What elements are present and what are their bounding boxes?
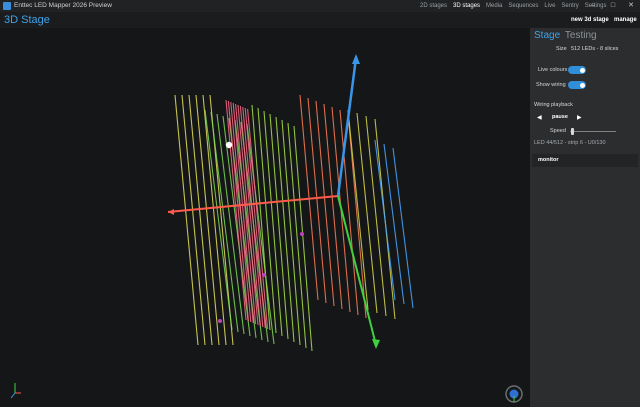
title-bar: Enttec LED Mapper 2026 Preview 2D stages… xyxy=(0,0,640,12)
window-title: Enttec LED Mapper 2026 Preview xyxy=(14,2,112,9)
speed-slider-thumb[interactable] xyxy=(571,128,575,135)
wiring-marker xyxy=(218,319,222,323)
new-3d-stage-button[interactable]: new 3d stage xyxy=(571,15,609,25)
close-icon[interactable]: ✕ xyxy=(621,0,640,12)
main-nav: 2D stages 3D stages Media Sequences Live… xyxy=(420,1,606,11)
wiring-marker xyxy=(262,273,266,277)
led-strip xyxy=(392,147,414,309)
led-strip xyxy=(383,143,405,305)
led-strips xyxy=(174,94,414,352)
wiring-playback-label: Wiring playback xyxy=(534,102,573,108)
live-colours-label: Live colours xyxy=(538,67,568,73)
axis-gizmo-icon xyxy=(10,383,21,399)
maximize-icon[interactable]: □ xyxy=(603,0,623,12)
led-strip xyxy=(246,123,275,345)
orbit-icon[interactable] xyxy=(505,385,523,403)
nav-live[interactable]: Live xyxy=(544,1,555,11)
led-strip xyxy=(374,139,396,301)
pause-button[interactable]: pause xyxy=(552,114,568,120)
page-title: 3D Stage xyxy=(4,14,50,26)
previous-led-button[interactable]: ◀ xyxy=(537,114,542,121)
led-strip xyxy=(222,115,251,337)
app-logo-icon xyxy=(3,2,11,10)
nav-sentry[interactable]: Sentry xyxy=(561,1,578,11)
current-led-marker xyxy=(225,141,233,149)
manage-button[interactable]: manage xyxy=(614,15,637,25)
led-strip xyxy=(307,97,327,304)
monitor-button[interactable]: monitor xyxy=(532,154,638,167)
minimize-icon[interactable]: – xyxy=(583,0,603,12)
show-wiring-label: Show wiring xyxy=(536,82,566,88)
3d-viewport[interactable] xyxy=(0,28,530,407)
panel-tabs: Stage Testing xyxy=(534,30,597,42)
tab-testing[interactable]: Testing xyxy=(565,30,597,41)
led-strip xyxy=(202,94,227,346)
led-strip xyxy=(181,94,206,346)
page-header: 3D Stage new 3d stage manage xyxy=(0,12,640,28)
led-strip xyxy=(188,94,213,346)
led-strip xyxy=(234,119,263,341)
nav-media[interactable]: Media xyxy=(486,1,502,11)
size-label: Size xyxy=(556,46,567,52)
nav-sequences[interactable]: Sequences xyxy=(508,1,538,11)
side-panel: Stage Testing Size 512 LEDs - 8 slices L… xyxy=(530,28,640,407)
live-colours-toggle[interactable] xyxy=(568,66,586,74)
led-strip xyxy=(347,112,367,319)
led-strip xyxy=(315,100,335,307)
speed-label: Speed xyxy=(550,128,566,134)
show-wiring-toggle[interactable] xyxy=(568,81,586,89)
next-led-button[interactable]: ▶ xyxy=(577,114,582,121)
size-value: 512 LEDs - 8 slices xyxy=(571,46,619,52)
led-status: LED 44/512 - strip 6 - U0/130 xyxy=(534,140,606,146)
wiring-marker xyxy=(300,232,304,236)
nav-2d-stages[interactable]: 2D stages xyxy=(420,1,447,11)
z-axis-arrow-icon xyxy=(372,339,380,349)
tab-stage[interactable]: Stage xyxy=(534,30,560,41)
x-axis-arrow-icon xyxy=(168,209,174,215)
speed-slider[interactable] xyxy=(570,131,616,132)
nav-3d-stages[interactable]: 3D stages xyxy=(453,1,480,11)
led-strip xyxy=(347,109,369,311)
led-strip xyxy=(174,94,199,346)
led-strip xyxy=(323,103,343,310)
3d-scene[interactable] xyxy=(0,28,530,407)
y-axis-arrow-icon xyxy=(352,54,360,64)
